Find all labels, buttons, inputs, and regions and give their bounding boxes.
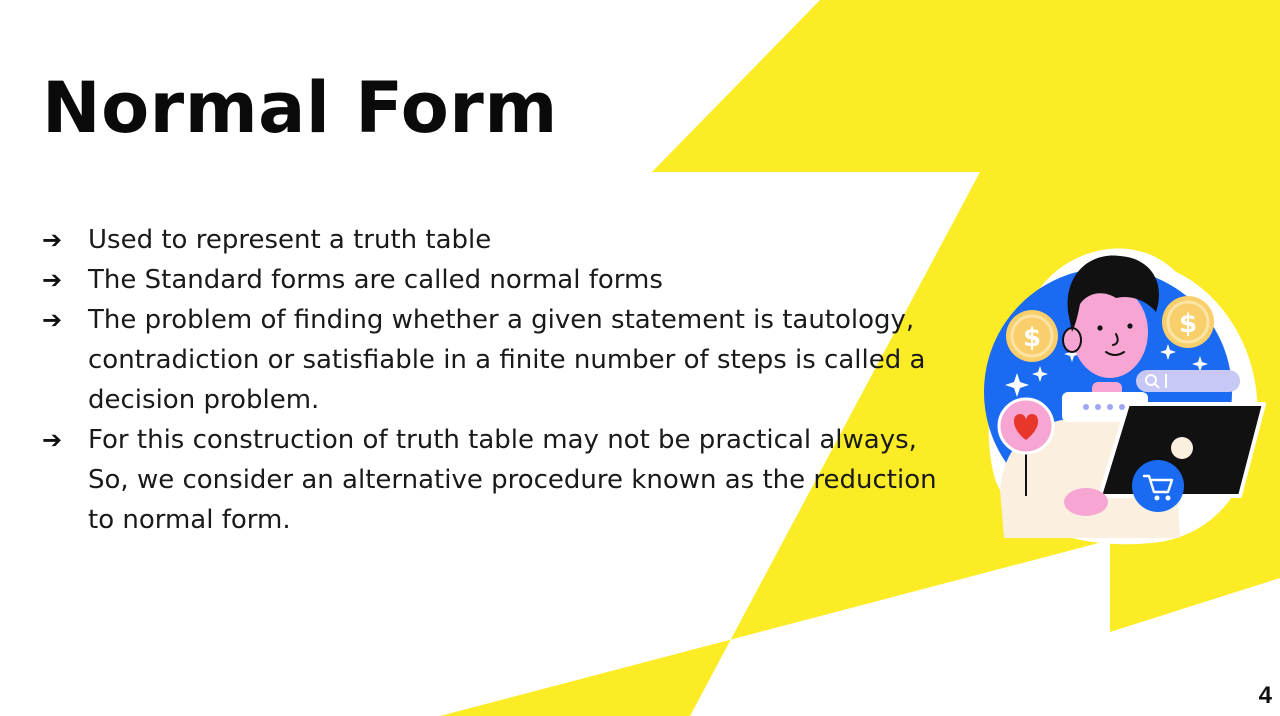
arrow-icon: ➔ <box>42 226 63 254</box>
bullet-item: ➔ For this construction of truth table m… <box>42 420 942 540</box>
bullet-item: ➔ The problem of finding whether a given… <box>42 300 942 420</box>
slide: Normal Form ➔ Used to represent a truth … <box>0 0 1280 716</box>
arrow-icon: ➔ <box>42 266 63 294</box>
bullet-list: ➔ Used to represent a truth table ➔ The … <box>42 220 942 540</box>
coin-icon: $ <box>1006 310 1058 362</box>
slide-title: Normal Form <box>42 67 558 149</box>
arrow-icon: ➔ <box>42 426 63 454</box>
bullet-text: For this construction of truth table may… <box>88 425 937 535</box>
bullet-item: ➔ The Standard forms are called normal f… <box>42 260 942 300</box>
arrow-icon: ➔ <box>42 306 63 334</box>
page-number: 4 <box>1258 682 1272 709</box>
person-with-laptop-illustration: $ $ <box>984 248 1266 545</box>
bullet-text: The problem of finding whether a given s… <box>88 305 926 415</box>
bullet-text: Used to represent a truth table <box>88 225 492 255</box>
search-bar-icon <box>1136 370 1240 392</box>
bullet-text: The Standard forms are called normal for… <box>88 265 663 295</box>
svg-text:$: $ <box>1023 323 1041 353</box>
bullet-item: ➔ Used to represent a truth table <box>42 220 942 260</box>
cart-icon <box>1132 460 1184 512</box>
coin-icon: $ <box>1162 296 1214 348</box>
svg-text:$: $ <box>1179 309 1197 339</box>
